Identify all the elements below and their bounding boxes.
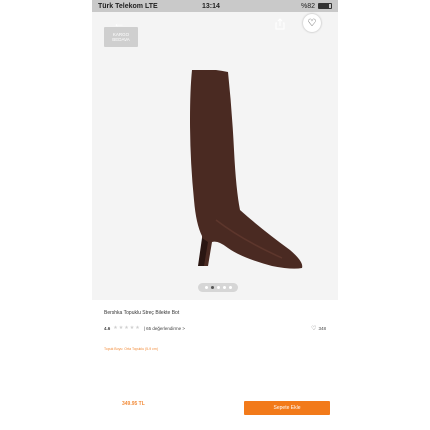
free-shipping-badge: KARGO BEDAVA xyxy=(104,27,138,47)
product-title: Bershka Topuklu Streç Bilekte Bot xyxy=(104,310,180,316)
clock: 13:14 xyxy=(202,2,220,10)
rating-score: 4.6 xyxy=(104,325,111,331)
share-icon xyxy=(275,18,285,30)
share-button[interactable] xyxy=(275,17,285,30)
add-to-cart-button[interactable]: Sepete Ekle xyxy=(244,401,330,415)
status-right: %82 xyxy=(301,3,332,10)
gallery-dot[interactable] xyxy=(222,286,226,289)
product-image[interactable] xyxy=(132,70,312,280)
product-info: Bershka Topuklu Streç Bilekte Bot 4.6 ★★… xyxy=(92,300,338,430)
battery-icon xyxy=(318,3,332,9)
battery-percent: %82 xyxy=(300,2,315,10)
heart-icon: ♡ xyxy=(307,17,317,29)
status-bar: Türk Telekom LTE 13:14 %82 xyxy=(92,0,338,12)
reviews-link[interactable]: | 65 değerlendirme > xyxy=(144,326,185,331)
price: 349.95 TL xyxy=(122,401,145,407)
favorite-count: ♡ 348 xyxy=(311,325,326,332)
favorite-button[interactable]: ♡ xyxy=(303,14,321,32)
heel-size-note: Topuk Boyu: Orta Topuklu (5-9 cm) xyxy=(104,347,159,351)
rating-row: 4.6 ★★★★★ | 65 değerlendirme > ♡ 348 xyxy=(104,324,326,332)
carrier-label: Türk Telekom LTE xyxy=(98,2,158,10)
gallery-dot[interactable] xyxy=(204,286,208,289)
gallery-dot[interactable] xyxy=(210,286,214,289)
battery-level xyxy=(319,4,329,8)
badge-line-2: BEDAVA xyxy=(112,37,130,42)
gallery-dot[interactable] xyxy=(216,286,220,289)
boot-shape xyxy=(190,70,303,269)
favorite-count-value: 348 xyxy=(318,325,326,331)
star-rating-icon: ★★★★★ xyxy=(113,325,141,331)
gallery-pagination[interactable] xyxy=(198,283,238,292)
heart-outline-icon: ♡ xyxy=(311,325,317,332)
gallery-dot[interactable] xyxy=(228,286,232,289)
product-detail-screen: Türk Telekom LTE 13:14 %82 ← ♡ KARGO BED… xyxy=(92,0,338,430)
